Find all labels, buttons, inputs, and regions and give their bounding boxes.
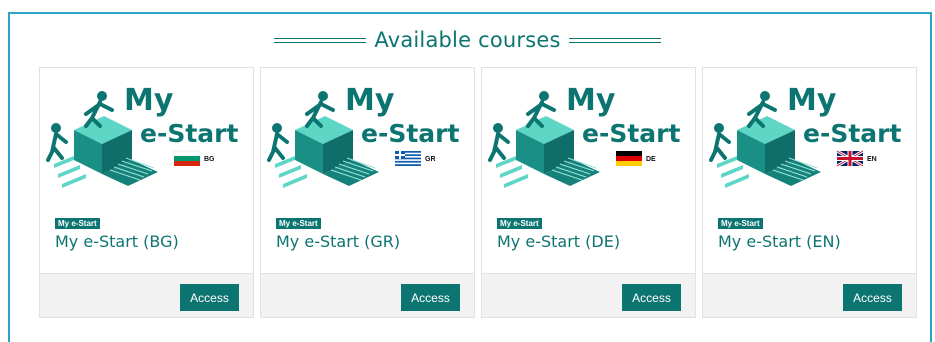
language-code: DE bbox=[646, 156, 656, 163]
course-image[interactable]: My e-Start DE bbox=[482, 68, 695, 210]
course-card-gr[interactable]: My e-Start GR My e-Start My e-Start (GR)… bbox=[260, 67, 475, 318]
section-heading: Available courses bbox=[0, 26, 935, 54]
course-card-bg[interactable]: My e-Start BG My e-Start My e-Start (BG)… bbox=[39, 67, 254, 318]
heading-rule-left bbox=[274, 37, 367, 43]
course-title[interactable]: My e-Start (BG) bbox=[55, 232, 179, 251]
logo-word-estart: e-Start bbox=[361, 119, 459, 148]
logo-word-estart: e-Start bbox=[803, 119, 901, 148]
logo-word-my: My bbox=[124, 83, 174, 118]
course-category-badge: My e-Start bbox=[497, 218, 542, 229]
card-footer: Access bbox=[482, 273, 695, 317]
heading-rule-right bbox=[568, 37, 661, 43]
course-image[interactable]: My e-Start GR bbox=[261, 68, 474, 210]
course-title[interactable]: My e-Start (DE) bbox=[497, 232, 620, 251]
access-button[interactable]: Access bbox=[401, 284, 460, 311]
logo-word-estart: e-Start bbox=[582, 119, 680, 148]
card-footer: Access bbox=[40, 273, 253, 317]
course-title[interactable]: My e-Start (EN) bbox=[718, 232, 841, 251]
language-code: GR bbox=[425, 156, 436, 163]
course-image[interactable]: My e-Start BG bbox=[40, 68, 253, 210]
germany-flag-icon bbox=[616, 151, 642, 166]
logo-word-my: My bbox=[787, 83, 837, 118]
course-category-badge: My e-Start bbox=[276, 218, 321, 229]
logo-word-my: My bbox=[345, 83, 395, 118]
language-code: BG bbox=[204, 156, 215, 163]
access-button[interactable]: Access bbox=[180, 284, 239, 311]
greece-flag-icon bbox=[395, 151, 421, 166]
bulgaria-flag-icon bbox=[173, 150, 201, 166]
language-code: EN bbox=[867, 156, 877, 163]
card-footer: Access bbox=[703, 273, 916, 317]
uk-flag-icon bbox=[836, 149, 864, 168]
logo-word-my: My bbox=[566, 83, 616, 118]
course-category-badge: My e-Start bbox=[718, 218, 763, 229]
course-category-badge: My e-Start bbox=[55, 218, 100, 229]
access-button[interactable]: Access bbox=[843, 284, 902, 311]
course-image[interactable]: My e-Start EN bbox=[703, 68, 916, 210]
logo-word-estart: e-Start bbox=[140, 119, 238, 148]
course-card-en[interactable]: My e-Start EN My e-Start My e-Start (EN)… bbox=[702, 67, 917, 318]
section-title: Available courses bbox=[374, 28, 561, 52]
access-button[interactable]: Access bbox=[622, 284, 681, 311]
card-footer: Access bbox=[261, 273, 474, 317]
course-title[interactable]: My e-Start (GR) bbox=[276, 232, 400, 251]
course-card-de[interactable]: My e-Start DE My e-Start My e-Start (DE)… bbox=[481, 67, 696, 318]
